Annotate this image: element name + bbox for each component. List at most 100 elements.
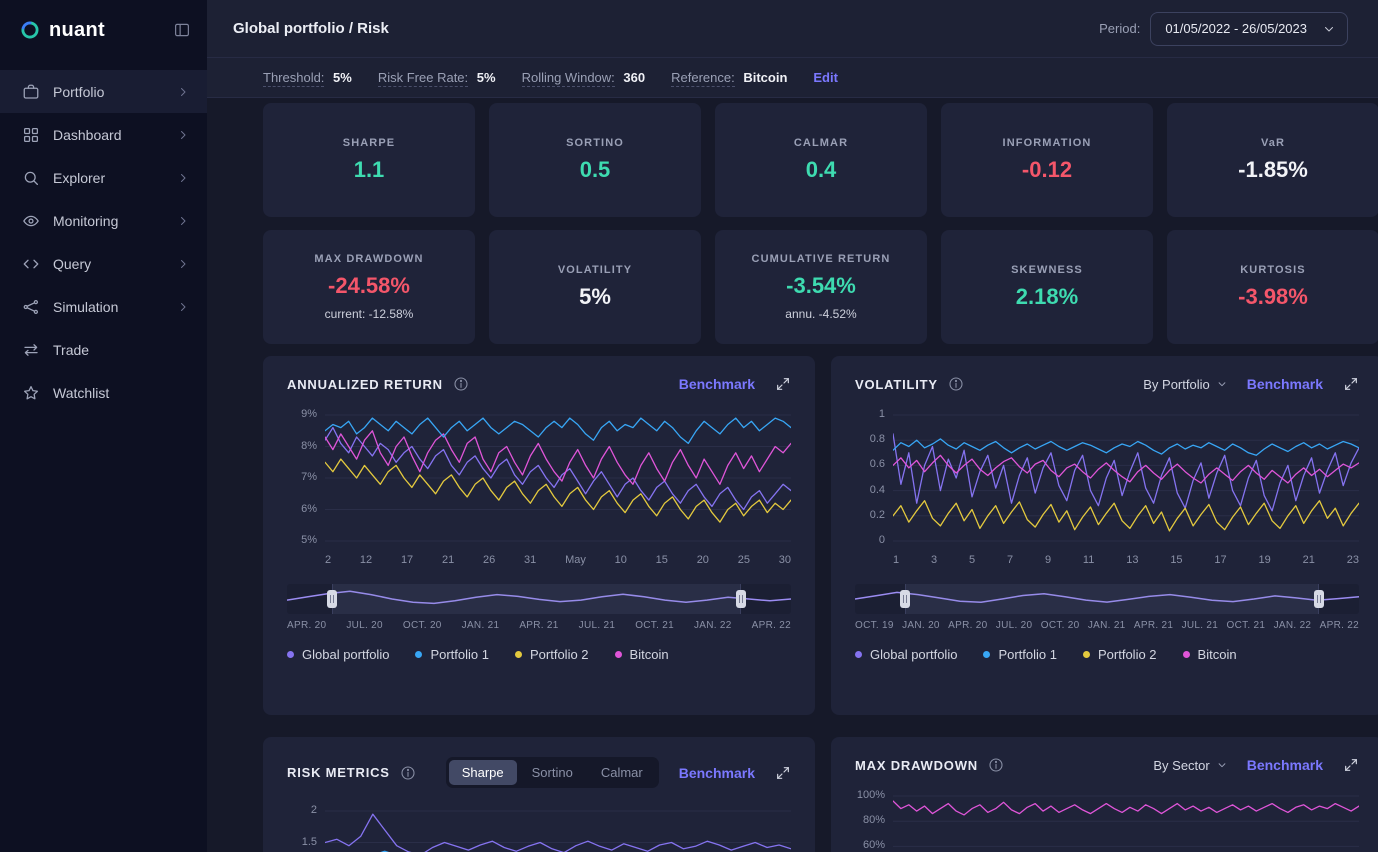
line-chart <box>893 795 1359 852</box>
metric-value: -3.54% <box>786 273 856 299</box>
legend-item[interactable]: Portfolio 2 <box>515 647 589 662</box>
y-axis: 100%80%60%40%20%0% <box>855 789 885 852</box>
x-tick: 12 <box>360 554 372 566</box>
metric-value: -1.85% <box>1238 157 1308 183</box>
timeline-label: JUL. 21 <box>1182 620 1219 631</box>
group-by-dropdown[interactable]: By Portfolio <box>1143 377 1226 392</box>
benchmark-link[interactable]: Benchmark <box>1247 376 1323 392</box>
selected-range[interactable] <box>332 584 740 614</box>
edit-parameters-link[interactable]: Edit <box>813 70 838 85</box>
y-tick: 1.5 <box>302 836 317 848</box>
expand-icon[interactable] <box>1343 757 1359 773</box>
annualized-return-card: ANNUALIZED RETURN Benchmark 9%8%7%6%5% <box>263 356 815 715</box>
legend-label: Bitcoin <box>1198 647 1237 662</box>
legend-item[interactable]: Bitcoin <box>615 647 669 662</box>
chart-header: VOLATILITY By Portfolio Benchmark <box>855 376 1359 392</box>
metric-tab[interactable]: Sortino <box>519 760 586 785</box>
chevron-right-icon <box>177 172 189 184</box>
selected-range[interactable] <box>905 584 1318 614</box>
sidebar-item[interactable]: Query <box>0 242 207 285</box>
expand-icon[interactable] <box>775 376 791 392</box>
sidebar-item[interactable]: Monitoring <box>0 199 207 242</box>
x-tick: 20 <box>697 554 709 566</box>
param-label: Threshold: <box>263 70 324 87</box>
legend-item[interactable]: Portfolio 1 <box>983 647 1057 662</box>
benchmark-link[interactable]: Benchmark <box>679 376 755 392</box>
sidebar-item[interactable]: Explorer <box>0 156 207 199</box>
metric-tab[interactable]: Sharpe <box>449 760 517 785</box>
timeline-label: JAN. 22 <box>694 620 732 631</box>
legend-dot <box>855 651 862 658</box>
legend-item[interactable]: Portfolio 1 <box>415 647 489 662</box>
sidebar-item[interactable]: Dashboard <box>0 113 207 156</box>
metric-label: INFORMATION <box>1003 137 1092 149</box>
plot-area: 10.80.60.40.20 <box>855 414 1359 546</box>
sidebar-item-label: Portfolio <box>53 84 104 100</box>
x-tick: 30 <box>779 554 791 566</box>
timeline-label: APR. 20 <box>948 620 987 631</box>
sidebar-item[interactable]: Portfolio <box>0 70 207 113</box>
x-axis: 21217212631May1015202530 <box>325 554 791 566</box>
y-axis: 21.510.50 <box>287 804 317 852</box>
sidebar-item[interactable]: Trade <box>0 328 207 371</box>
expand-icon[interactable] <box>775 765 791 781</box>
volatility-card: VOLATILITY By Portfolio Benchmark <box>831 356 1378 715</box>
expand-icon[interactable] <box>1343 376 1359 392</box>
period-value: 01/05/2022 - 26/05/2023 <box>1165 21 1307 36</box>
y-axis: 9%8%7%6%5% <box>287 408 317 546</box>
info-icon[interactable] <box>400 765 416 781</box>
x-tick: 15 <box>656 554 668 566</box>
content: SHARPE 1.1 SORTINO 0.5 CALMAR 0.4 <box>207 98 1378 852</box>
info-icon[interactable] <box>988 757 1004 773</box>
monitoring-icon <box>22 212 40 230</box>
benchmark-link[interactable]: Benchmark <box>1247 757 1323 773</box>
chart-title: ANNUALIZED RETURN <box>287 377 443 392</box>
metric-card: CALMAR 0.4 <box>715 103 927 217</box>
benchmark-link[interactable]: Benchmark <box>679 765 755 781</box>
chevron-down-icon <box>1323 23 1335 35</box>
legend-item[interactable]: Global portfolio <box>855 647 957 662</box>
info-icon[interactable] <box>948 376 964 392</box>
plot-area: 100%80%60%40%20%0% <box>855 795 1359 852</box>
simulation-icon <box>22 298 40 316</box>
x-tick: 31 <box>524 554 536 566</box>
x-tick: 17 <box>1214 554 1226 566</box>
metric-label: MAX DRAWDOWN <box>314 253 423 265</box>
legend-item[interactable]: Global portfolio <box>287 647 389 662</box>
x-axis: 1357911131517192123 <box>893 554 1359 566</box>
plot-area: 9%8%7%6%5% <box>287 414 791 546</box>
y-axis: 10.80.60.40.20 <box>855 408 885 546</box>
legend-label: Portfolio 2 <box>1098 647 1157 662</box>
metric-tab[interactable]: Calmar <box>588 760 656 785</box>
time-range-slider <box>855 584 1359 614</box>
info-icon[interactable] <box>453 376 469 392</box>
sidebar-collapse-icon[interactable] <box>173 21 191 39</box>
param: Threshold: 5% <box>263 70 352 85</box>
chevron-down-icon <box>1217 760 1227 770</box>
sidebar-item[interactable]: Watchlist <box>0 371 207 414</box>
brand-name: nuant <box>49 19 105 42</box>
period-dropdown[interactable]: 01/05/2022 - 26/05/2023 <box>1150 12 1348 46</box>
timeline-label: JAN. 22 <box>1274 620 1312 631</box>
metric-label: SHARPE <box>343 137 395 149</box>
timeline-label: OCT. 21 <box>635 620 674 631</box>
timeline-label: APR. 22 <box>752 620 791 631</box>
timeline-label: JAN. 21 <box>1088 620 1126 631</box>
metric-label: SORTINO <box>566 137 624 149</box>
y-tick: 8% <box>301 440 317 452</box>
legend-label: Global portfolio <box>870 647 957 662</box>
legend-label: Portfolio 1 <box>998 647 1057 662</box>
sidebar-item[interactable]: Simulation <box>0 285 207 328</box>
chart-header: RISK METRICS Sharpe Sortino Calmar <box>287 757 791 788</box>
group-by-dropdown[interactable]: By Sector <box>1153 758 1226 773</box>
right-range-handle[interactable] <box>1314 590 1324 608</box>
x-tick: 26 <box>483 554 495 566</box>
left-range-handle[interactable] <box>327 590 337 608</box>
left-range-handle[interactable] <box>900 590 910 608</box>
metric-card: SKEWNESS 2.18% <box>941 230 1153 344</box>
max-drawdown-card: MAX DRAWDOWN By Sector Benchmark <box>831 737 1378 852</box>
legend-item[interactable]: Portfolio 2 <box>1083 647 1157 662</box>
metric-card: MAX DRAWDOWN -24.58% current: -12.58% <box>263 230 475 344</box>
right-range-handle[interactable] <box>736 590 746 608</box>
legend-item[interactable]: Bitcoin <box>1183 647 1237 662</box>
